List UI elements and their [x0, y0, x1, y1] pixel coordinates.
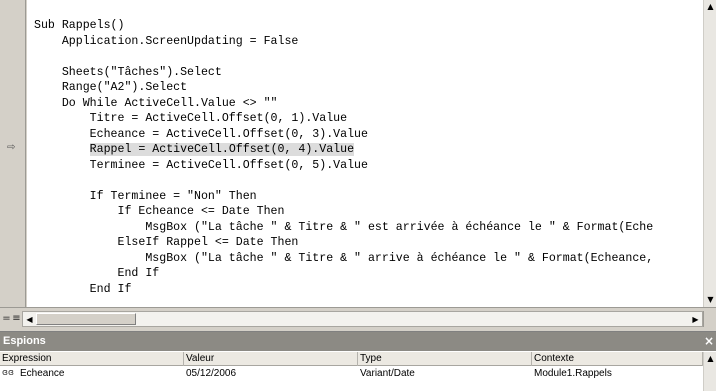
scroll-up-icon[interactable]: ▲ — [704, 1, 716, 13]
watch-value[interactable]: 05/12/2006 — [186, 367, 236, 380]
code-line[interactable]: MsgBox ("La tâche " & Titre & " arrive à… — [34, 251, 653, 267]
vertical-scroll-thumb[interactable] — [705, 248, 716, 288]
watch-context: Module1.Rappels — [534, 368, 612, 379]
watch-window: Espions × Expression Valeur Type Context… — [0, 331, 716, 391]
close-icon[interactable]: × — [704, 334, 714, 348]
code-margin[interactable]: ⇨ — [0, 0, 26, 307]
code-line[interactable]: If Echeance <= Date Then — [34, 204, 653, 220]
execution-arrow-icon: ⇨ — [7, 142, 16, 153]
size-grip[interactable] — [703, 311, 716, 327]
scroll-right-icon[interactable]: ▶ — [689, 313, 702, 326]
watch-table-header: Expression Valeur Type Contexte — [0, 352, 703, 366]
horizontal-scroll-thumb[interactable] — [36, 313, 136, 325]
code-window: ⇨ Sub Rappels() Application.ScreenUpdati… — [0, 0, 716, 330]
watch-expression: Echeance — [20, 368, 65, 379]
code-line[interactable] — [34, 173, 653, 189]
code-line[interactable]: Sheets("Tâches").Select — [34, 65, 653, 81]
scroll-down-icon[interactable]: ▼ — [704, 294, 716, 306]
scroll-left-icon[interactable]: ◀ — [23, 313, 36, 326]
watch-vertical-scrollbar[interactable]: ▲ — [703, 352, 716, 391]
code-line[interactable]: Terminee = ActiveCell.Offset(0, 5).Value — [34, 158, 653, 174]
code-line[interactable]: Echeance = ActiveCell.Offset(0, 3).Value — [34, 127, 653, 143]
code-window-bottom-strip: = ≡ ◀ ▶ — [0, 307, 716, 330]
code-line-current[interactable]: Rappel = ActiveCell.Offset(0, 4).Value — [34, 142, 653, 158]
column-header-type[interactable]: Type — [358, 352, 532, 366]
code-line[interactable]: Titre = ActiveCell.Offset(0, 1).Value — [34, 111, 653, 127]
code-line[interactable]: Do While ActiveCell.Value <> "" — [34, 96, 653, 112]
code-line[interactable]: End If — [34, 266, 653, 282]
code-line[interactable]: If Terminee = "Non" Then — [34, 189, 653, 205]
watch-window-title-text: Espions — [3, 335, 46, 347]
watch-glasses-icon: ɞɞ — [2, 368, 14, 378]
watch-scroll-up-icon[interactable]: ▲ — [704, 353, 716, 365]
code-line[interactable]: ElseIf Rappel <= Date Then — [34, 235, 653, 251]
code-line[interactable]: MsgBox ("La tâche " & Titre & " est arri… — [34, 220, 653, 236]
code-editor[interactable]: Sub Rappels() Application.ScreenUpdating… — [27, 0, 703, 307]
code-line[interactable]: Range("A2").Select — [34, 80, 653, 96]
watch-row[interactable]: ɞɞ Echeance 05/12/2006 Variant/Date Modu… — [0, 367, 703, 380]
current-statement-highlight: Rappel = ActiveCell.Offset(0, 4).Value — [89, 143, 355, 156]
code-line[interactable]: End If — [34, 282, 653, 298]
code-lines: Sub Rappels() Application.ScreenUpdating… — [34, 18, 653, 297]
code-line[interactable] — [34, 49, 653, 65]
column-header-expression[interactable]: Expression — [0, 352, 184, 366]
code-line[interactable]: Application.ScreenUpdating = False — [34, 34, 653, 50]
watch-type: Variant/Date — [360, 368, 415, 379]
watch-rows: ɞɞ Echeance 05/12/2006 Variant/Date Modu… — [0, 367, 703, 380]
column-header-context[interactable]: Contexte — [532, 352, 703, 366]
code-line[interactable]: Sub Rappels() — [34, 18, 653, 34]
horizontal-scrollbar[interactable]: ◀ ▶ — [22, 311, 703, 327]
vertical-scrollbar[interactable]: ▲ ▼ — [703, 0, 716, 307]
watch-window-title[interactable]: Espions × — [0, 332, 716, 351]
column-header-value[interactable]: Valeur — [184, 352, 358, 366]
full-module-view-button[interactable]: ≡ — [11, 312, 22, 325]
